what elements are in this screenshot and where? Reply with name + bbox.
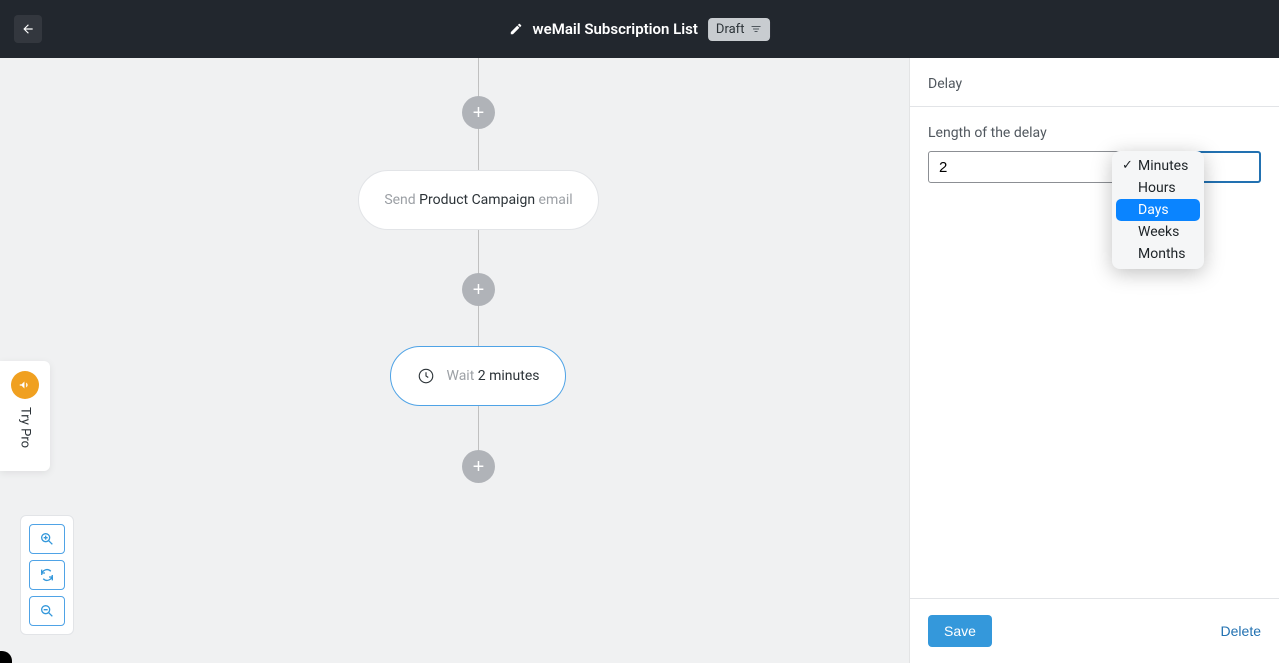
delay-field-label: Length of the delay bbox=[928, 125, 1261, 141]
try-pro-label: Try Pro bbox=[18, 407, 33, 448]
page-title: weMail Subscription List bbox=[533, 20, 698, 38]
add-step-button-3[interactable]: + bbox=[462, 450, 495, 483]
back-button[interactable] bbox=[14, 15, 42, 43]
wait-prefix: Wait bbox=[447, 368, 478, 384]
panel-title: Delay bbox=[910, 58, 1279, 107]
zoom-in-icon bbox=[39, 531, 55, 547]
delay-field-row: ▲ ▼ bbox=[928, 151, 1261, 183]
wait-duration: 2 minutes bbox=[478, 368, 540, 384]
wait-node[interactable]: Wait 2 minutes bbox=[390, 346, 566, 406]
status-badge-label: Draft bbox=[716, 22, 745, 37]
panel-body: Length of the delay ▲ ▼ Minutes Hours Da… bbox=[910, 107, 1279, 598]
delete-button[interactable]: Delete bbox=[1221, 623, 1261, 639]
filter-icon bbox=[750, 23, 762, 35]
try-pro-tab[interactable]: Try Pro bbox=[0, 361, 50, 471]
arrow-left-icon bbox=[21, 22, 35, 36]
megaphone-badge bbox=[11, 371, 39, 399]
header-bar: weMail Subscription List Draft bbox=[0, 0, 1279, 58]
zoom-out-button[interactable] bbox=[29, 596, 65, 626]
reset-zoom-button[interactable] bbox=[29, 560, 65, 590]
campaign-name: Product Campaign bbox=[419, 192, 535, 208]
dropdown-option-minutes[interactable]: Minutes bbox=[1116, 155, 1200, 177]
status-badge[interactable]: Draft bbox=[708, 18, 771, 41]
unit-dropdown: Minutes Hours Days Weeks Months bbox=[1112, 151, 1204, 269]
settings-panel: Delay Length of the delay ▲ ▼ Minutes Ho… bbox=[910, 58, 1279, 663]
panel-footer: Save Delete bbox=[910, 598, 1279, 663]
dropdown-option-weeks[interactable]: Weeks bbox=[1116, 221, 1200, 243]
dropdown-option-hours[interactable]: Hours bbox=[1116, 177, 1200, 199]
zoom-out-icon bbox=[39, 603, 55, 619]
zoom-controls bbox=[20, 515, 74, 635]
dropdown-option-months[interactable]: Months bbox=[1116, 243, 1200, 265]
pencil-icon[interactable] bbox=[509, 22, 523, 36]
zoom-in-button[interactable] bbox=[29, 524, 65, 554]
megaphone-icon bbox=[18, 378, 32, 392]
send-email-node[interactable]: Send Product Campaign email bbox=[358, 170, 599, 230]
add-step-button-1[interactable]: + bbox=[462, 96, 495, 129]
refresh-icon bbox=[39, 567, 55, 583]
add-step-button-2[interactable]: + bbox=[462, 273, 495, 306]
send-prefix: Send bbox=[384, 192, 419, 208]
header-center: weMail Subscription List Draft bbox=[509, 18, 771, 41]
send-suffix: email bbox=[535, 192, 573, 208]
workflow-canvas[interactable]: + Send Product Campaign email + Wait 2 m… bbox=[0, 58, 910, 663]
dropdown-option-days[interactable]: Days bbox=[1116, 199, 1200, 221]
save-button[interactable]: Save bbox=[928, 615, 992, 647]
clock-icon bbox=[417, 367, 435, 385]
